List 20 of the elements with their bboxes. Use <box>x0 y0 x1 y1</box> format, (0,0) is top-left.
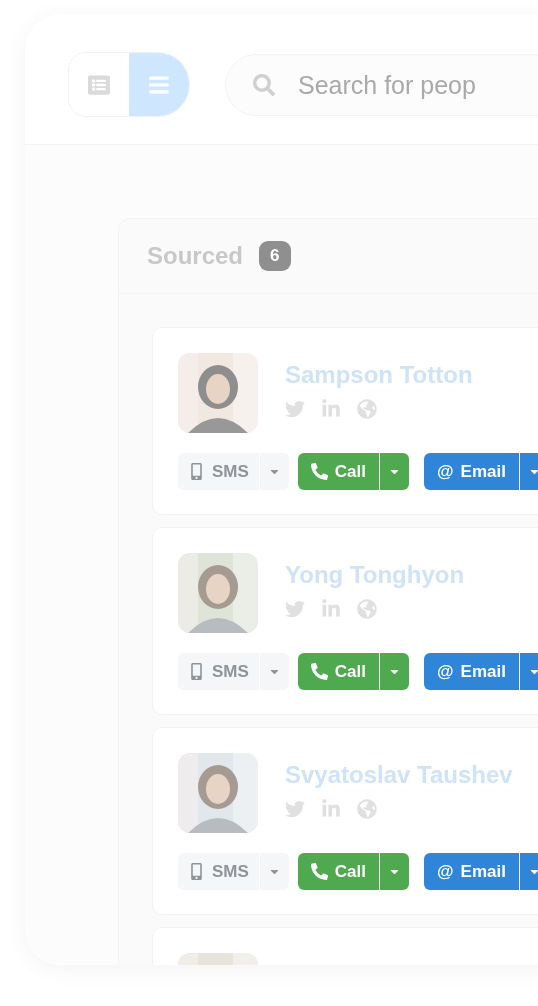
search-field[interactable]: Search for peop <box>225 54 538 116</box>
count-badge: 6 <box>259 241 291 271</box>
phone-icon <box>310 863 328 880</box>
mobile-phone-icon <box>188 663 205 680</box>
list-view-button[interactable] <box>129 53 189 116</box>
mobile-phone-icon <box>188 863 205 880</box>
twitter-icon[interactable] <box>285 599 305 619</box>
linkedin-icon[interactable] <box>321 799 341 819</box>
phone-icon <box>310 663 328 680</box>
globe-icon[interactable] <box>357 599 377 619</box>
twitter-icon[interactable] <box>285 799 305 819</box>
table-icon <box>88 73 110 96</box>
linkedin-icon[interactable] <box>321 399 341 419</box>
linkedin-icon[interactable] <box>321 599 341 619</box>
twitter-icon[interactable] <box>285 399 305 419</box>
globe-icon[interactable] <box>357 399 377 419</box>
mobile-phone-icon <box>188 463 205 480</box>
phone-icon <box>310 463 328 480</box>
globe-icon[interactable] <box>357 799 377 819</box>
search-icon <box>253 74 275 96</box>
